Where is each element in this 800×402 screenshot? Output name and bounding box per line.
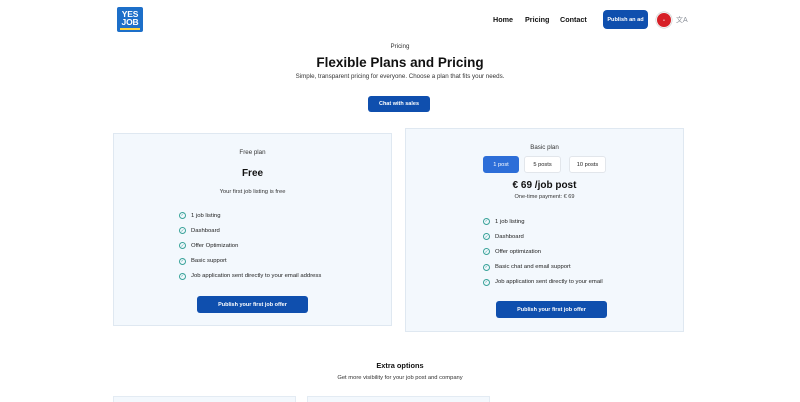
free-plan-card: Free plan Free Your first job listing is… bbox=[113, 133, 392, 326]
feature-item: ✓ Dashboard bbox=[179, 223, 321, 238]
feature-item: ✓ 1 job listing bbox=[179, 208, 321, 223]
language-icon[interactable]: 文A bbox=[676, 15, 688, 25]
basic-plan-label: Basic plan bbox=[530, 144, 559, 151]
pricing-eyebrow: Pricing bbox=[390, 43, 410, 50]
feature-item: ✓ Offer Optimization bbox=[179, 238, 321, 253]
free-plan-label: Free plan bbox=[239, 149, 266, 156]
chat-with-sales-button[interactable]: Chat with sales bbox=[368, 96, 430, 112]
feature-item: ✓ 1 job listing bbox=[483, 214, 603, 229]
feature-text: Basic support bbox=[191, 258, 227, 265]
extra-option-card[interactable] bbox=[307, 396, 490, 402]
feature-text: Job application sent directly to your em… bbox=[191, 273, 322, 280]
avatar-emblem: ● bbox=[663, 18, 665, 22]
check-icon: ✓ bbox=[483, 263, 490, 271]
option-1-post[interactable]: 1 post bbox=[483, 156, 519, 173]
basic-plan-price: € 69 /job post bbox=[512, 180, 577, 191]
nav-home[interactable]: Home bbox=[493, 15, 513, 24]
basic-publish-offer-button[interactable]: Publish your first job offer bbox=[496, 301, 607, 318]
feature-item: ✓ Offer optimization bbox=[483, 244, 603, 259]
check-icon: ✓ bbox=[483, 278, 490, 286]
nav-contact[interactable]: Contact bbox=[560, 15, 587, 24]
page-title: Flexible Plans and Pricing bbox=[316, 55, 484, 70]
page-subtitle: Simple, transparent pricing for everyone… bbox=[295, 73, 505, 80]
user-avatar[interactable]: ● bbox=[656, 12, 672, 28]
extra-option-card[interactable] bbox=[113, 396, 296, 402]
feature-text: Basic chat and email support bbox=[495, 264, 571, 271]
extra-options-subtitle: Get more visibility for your job post an… bbox=[337, 375, 463, 381]
check-icon: ✓ bbox=[179, 272, 186, 280]
extra-options-title: Extra options bbox=[376, 361, 424, 370]
basic-plan-payment-note: One-time payment: € 69 bbox=[514, 194, 575, 200]
check-icon: ✓ bbox=[483, 248, 490, 256]
feature-text: Job application sent directly to your em… bbox=[495, 279, 603, 286]
free-plan-price: Free bbox=[241, 168, 264, 179]
option-10-posts[interactable]: 10 posts bbox=[569, 156, 606, 173]
feature-text: Offer Optimization bbox=[191, 242, 239, 249]
feature-text: Dashboard bbox=[495, 233, 524, 240]
free-plan-description: Your first job listing is free bbox=[219, 189, 286, 195]
free-publish-offer-button[interactable]: Publish your first job offer bbox=[197, 296, 308, 313]
check-icon: ✓ bbox=[179, 257, 186, 265]
free-plan-features: ✓ 1 job listing ✓ Dashboard ✓ Offer Optimiz… bbox=[179, 208, 321, 284]
check-icon: ✓ bbox=[483, 218, 490, 226]
feature-item: ✓ Job application sent directly to your e… bbox=[483, 275, 603, 290]
yesjob-logo[interactable]: YES JOB bbox=[117, 7, 143, 32]
check-icon: ✓ bbox=[179, 227, 186, 235]
feature-item: ✓ Basic chat and email support bbox=[483, 260, 603, 275]
logo-line-2: JOB bbox=[121, 17, 139, 27]
feature-text: 1 job listing bbox=[191, 212, 221, 219]
feature-text: Dashboard bbox=[191, 227, 220, 234]
basic-plan-card: Basic plan 1 post 5 posts 10 posts € 69 … bbox=[405, 128, 684, 332]
feature-text: Offer optimization bbox=[495, 248, 542, 255]
logo-underline bbox=[120, 27, 140, 30]
feature-text: 1 job listing bbox=[495, 218, 525, 225]
check-icon: ✓ bbox=[179, 212, 186, 220]
nav-pricing[interactable]: Pricing bbox=[525, 15, 549, 24]
option-5-posts[interactable]: 5 posts bbox=[524, 156, 561, 173]
site-header: YES JOB Home Pricing Contact Publish an … bbox=[0, 0, 800, 40]
publish-ad-button[interactable]: Publish an ad bbox=[603, 10, 648, 29]
feature-item: ✓ Job application sent directly to your e… bbox=[179, 269, 321, 284]
feature-item: ✓ Dashboard bbox=[483, 229, 603, 244]
check-icon: ✓ bbox=[483, 233, 490, 241]
feature-item: ✓ Basic support bbox=[179, 254, 321, 269]
check-icon: ✓ bbox=[179, 242, 186, 250]
basic-plan-features: ✓ 1 job listing ✓ Dashboard ✓ Offer optimiz… bbox=[483, 214, 603, 290]
